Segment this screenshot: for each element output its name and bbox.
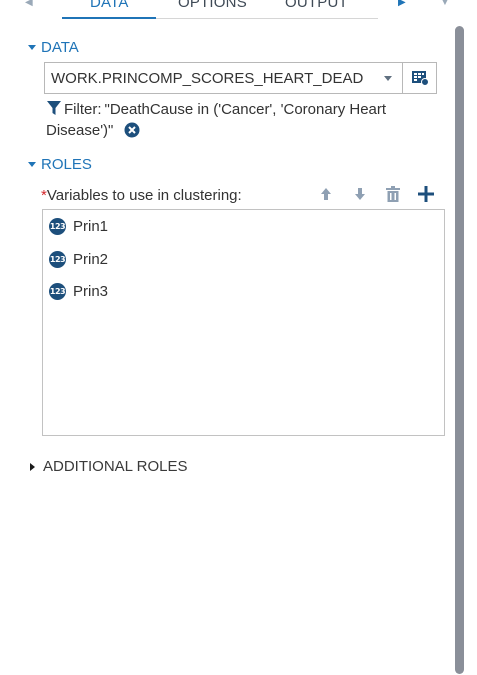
numeric-variable-icon: 123 (49, 251, 66, 268)
list-item[interactable]: 123 Prin3 (49, 283, 108, 300)
data-section-header[interactable]: DATA (28, 39, 79, 56)
additional-roles-title: ADDITIONAL ROLES (43, 458, 188, 475)
variable-name: Prin1 (73, 218, 109, 235)
numeric-variable-icon: 123 (49, 218, 66, 235)
close-circle-icon[interactable] (124, 122, 140, 138)
add-variable-button[interactable] (417, 185, 435, 203)
dataset-select[interactable]: WORK.PRINCOMP_SCORES_HEART_DEAD (44, 62, 403, 94)
collapse-caret-icon (28, 162, 36, 167)
arrow-down-icon (355, 188, 365, 200)
chevron-down-icon[interactable] (384, 75, 392, 81)
data-section-title: DATA (41, 39, 79, 56)
plus-icon (418, 186, 434, 202)
tab-output[interactable]: OUTPUT (285, 0, 348, 11)
funnel-icon (47, 101, 61, 115)
delete-button[interactable] (384, 185, 402, 203)
move-up-button[interactable] (317, 185, 335, 203)
numeric-variable-icon: 123 (49, 283, 66, 300)
variables-list[interactable]: 123 Prin1 123 Prin2 123 Prin3 (42, 209, 445, 436)
filter-summary: Filter: "DeathCause in ('Cancer', 'Corona… (46, 99, 406, 141)
move-down-button[interactable] (351, 185, 369, 203)
variable-name: Prin3 (73, 283, 109, 300)
tabs-menu-chevron-icon[interactable]: ▼ (440, 0, 450, 8)
tab-data[interactable]: DATA (90, 0, 129, 11)
tab-options[interactable]: OPTIONS (178, 0, 247, 11)
arrow-up-icon (321, 188, 331, 200)
filter-label: Filter: (64, 101, 102, 118)
trash-icon (386, 186, 400, 202)
expand-caret-icon (30, 462, 35, 471)
tabs-scroll-right-icon[interactable]: ▶ (398, 0, 406, 8)
table-picker-button[interactable] (402, 62, 437, 94)
additional-roles-header[interactable]: ADDITIONAL ROLES (28, 458, 187, 475)
roles-section-header[interactable]: ROLES (28, 156, 92, 173)
list-item[interactable]: 123 Prin1 (49, 218, 108, 235)
variable-name: Prin2 (73, 251, 109, 268)
tabs-scroll-left-icon[interactable]: ◀ (25, 0, 33, 8)
table-icon (411, 71, 429, 86)
variables-label-text: Variables to use in clustering: (46, 187, 242, 204)
vertical-scrollbar[interactable] (455, 26, 464, 674)
list-item[interactable]: 123 Prin2 (49, 251, 108, 268)
roles-section-title: ROLES (41, 156, 92, 173)
active-tab-indicator (62, 17, 156, 19)
dataset-value: WORK.PRINCOMP_SCORES_HEART_DEAD (51, 69, 364, 87)
variables-label: *Variables to use in clustering: (41, 187, 242, 204)
collapse-caret-icon (28, 45, 36, 50)
tab-divider (156, 18, 378, 19)
